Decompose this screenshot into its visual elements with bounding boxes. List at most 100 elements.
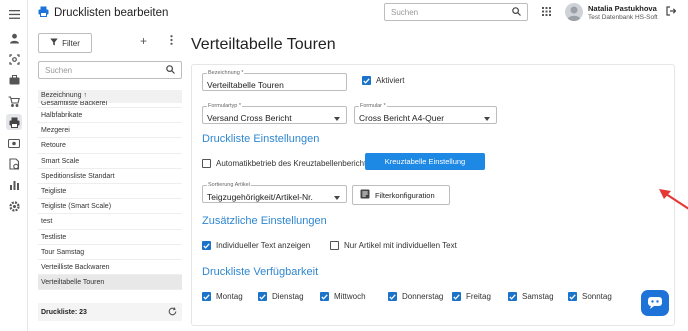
weekday-checkbox-3[interactable]: Donnerstag: [388, 292, 443, 301]
checkbox-checked-icon[interactable]: [568, 292, 577, 301]
list-panel: Filter + Suchen Bezeichnung ↑ Gesamtlist…: [28, 28, 186, 331]
bezeichnung-field[interactable]: Bezeichnung * Verteiltabelle Touren: [202, 70, 347, 91]
checkbox-checked-icon[interactable]: [362, 76, 371, 85]
chat-assistant-button[interactable]: [641, 290, 669, 316]
weekday-label: Samstag: [522, 292, 554, 301]
printer-logo-icon: [38, 6, 49, 20]
formular-value: Cross Bericht A4-Quer: [359, 113, 445, 123]
weekday-checkbox-4[interactable]: Freitag: [452, 292, 491, 301]
list-item[interactable]: test: [38, 214, 182, 230]
gear-icon[interactable]: [6, 198, 22, 214]
formular-label: Formular *: [359, 103, 387, 109]
checkbox-unchecked-icon[interactable]: [330, 241, 339, 250]
settings-card: Bezeichnung * Verteiltabelle Touren Akti…: [191, 64, 675, 326]
caret-down-icon[interactable]: [334, 114, 340, 123]
sortierung-value: Teigzugehörigkeit/Artikel-Nr.: [207, 192, 313, 202]
caret-down-icon[interactable]: [334, 193, 340, 202]
cart-icon[interactable]: [6, 93, 22, 109]
person-icon[interactable]: [6, 30, 22, 46]
automatik-checkbox[interactable]: Automatikbetrieb des Kreuztabellenberich…: [202, 159, 370, 168]
apps-grid-icon[interactable]: [542, 7, 551, 18]
checkbox-checked-icon[interactable]: [452, 292, 461, 301]
list-item[interactable]: Testliste: [38, 230, 182, 245]
app-title-text: Drucklisten bearbeiten: [54, 7, 169, 19]
caret-down-icon[interactable]: [484, 114, 490, 123]
individueller-text-label: Individueller Text anzeigen: [216, 241, 311, 250]
checkbox-checked-icon[interactable]: [258, 292, 267, 301]
global-search-input[interactable]: Suchen: [384, 3, 528, 21]
filter-config-icon: [360, 189, 370, 201]
list-items: Gesamtliste Bäckerei Halbfabrikate Mezgere…: [38, 101, 182, 291]
checkbox-checked-icon[interactable]: [202, 292, 211, 301]
kreuztabelle-einstellung-button[interactable]: Kreuztabelle Einstellung: [365, 153, 485, 170]
list-search-input[interactable]: Suchen: [38, 61, 182, 79]
top-bar: Drucklisten bearbeiten Suchen Natalia Pa…: [28, 0, 688, 28]
checkbox-checked-icon[interactable]: [202, 241, 211, 250]
sortierung-artikel-select[interactable]: Sortierung Artikel Teigzugehörigkeit/Art…: [202, 182, 347, 203]
checkbox-checked-icon[interactable]: [508, 292, 517, 301]
menu-icon[interactable]: [6, 6, 22, 22]
formular-select[interactable]: Formular * Cross Bericht A4-Quer: [354, 103, 497, 124]
list-item[interactable]: Gesamtliste Bäckerei: [38, 101, 182, 108]
filter-button[interactable]: Filter: [38, 33, 92, 53]
aktiviert-checkbox[interactable]: Aktiviert: [362, 76, 404, 85]
chat-bot-icon: [647, 295, 663, 311]
main-content: Verteiltabelle Touren Bezeichnung * Vert…: [186, 28, 688, 331]
list-item[interactable]: Speditionsliste Standart: [38, 169, 182, 184]
avatar[interactable]: [565, 3, 583, 21]
list-item[interactable]: Smart Scale: [38, 154, 182, 169]
camera-scan-icon[interactable]: [6, 51, 22, 67]
list-item[interactable]: Teigliste: [38, 184, 182, 200]
cash-icon[interactable]: [6, 135, 22, 151]
formulartyp-select[interactable]: Formulartyp * Versand Cross Bericht: [202, 103, 347, 124]
search-icon[interactable]: [166, 64, 175, 76]
weekday-label: Dienstag: [272, 292, 304, 301]
formulartyp-value: Versand Cross Bericht: [207, 113, 292, 123]
list-item[interactable]: Mezgerei: [38, 123, 182, 139]
weekday-checkbox-2[interactable]: Mittwoch: [320, 292, 366, 301]
filter-button-label: Filter: [62, 38, 80, 48]
list-item[interactable]: Verteiltabelle Touren: [38, 275, 182, 291]
refresh-icon[interactable]: [168, 306, 177, 318]
briefcase-icon[interactable]: [6, 72, 22, 88]
search-icon[interactable]: [512, 6, 521, 18]
more-vert-icon[interactable]: [170, 35, 173, 47]
weekday-checkbox-1[interactable]: Dienstag: [258, 292, 304, 301]
list-item[interactable]: Tour Samstag: [38, 245, 182, 260]
chart-icon[interactable]: [6, 177, 22, 193]
list-item[interactable]: Teigliste (Smart Scale): [38, 199, 182, 215]
add-icon[interactable]: +: [140, 34, 147, 48]
document-clock-icon[interactable]: [6, 156, 22, 172]
individueller-text-checkbox[interactable]: Individueller Text anzeigen: [202, 241, 310, 250]
automatik-label: Automatikbetrieb des Kreuztabellenberich…: [216, 159, 371, 168]
checkbox-checked-icon[interactable]: [320, 292, 329, 301]
weekday-checkbox-5[interactable]: Samstag: [508, 292, 554, 301]
user-organization: Test Datenbank HS-Soft: [588, 14, 658, 21]
checkbox-checked-icon[interactable]: [388, 292, 397, 301]
list-footer: Druckliste: 23: [38, 303, 182, 321]
aktiviert-label: Aktiviert: [376, 76, 405, 85]
list-item[interactable]: Halbfabrikate: [38, 108, 182, 124]
user-name: Natalia Pastukhova: [588, 4, 657, 13]
checkbox-unchecked-icon[interactable]: [202, 159, 211, 168]
filterkonfiguration-button[interactable]: Filterkonfiguration: [352, 185, 450, 205]
weekday-label: Sonntag: [582, 292, 612, 301]
formulartyp-label: Formulartyp *: [207, 103, 243, 109]
global-search-placeholder: Suchen: [391, 7, 419, 17]
weekday-checkbox-0[interactable]: Montag: [202, 292, 243, 301]
list-search-placeholder: Suchen: [45, 65, 73, 75]
section-druckliste-verfuegbarkeit: Druckliste Verfügbarkeit: [202, 266, 319, 278]
list-count: Druckliste: 23: [41, 308, 87, 316]
weekday-checkbox-6[interactable]: Sonntag: [568, 292, 612, 301]
logout-icon[interactable]: [666, 6, 677, 18]
filterkonfiguration-label: Filterkonfiguration: [375, 190, 435, 200]
weekday-label: Montag: [216, 292, 243, 301]
list-item[interactable]: Verteilliste Backwaren: [38, 260, 182, 276]
nur-artikel-label: Nur Artikel mit individuellen Text: [344, 241, 457, 250]
nur-artikel-checkbox[interactable]: Nur Artikel mit individuellen Text: [330, 241, 457, 250]
bezeichnung-label: Bezeichnung *: [207, 70, 245, 76]
weekday-label: Mittwoch: [334, 292, 366, 301]
list-item[interactable]: Retoure: [38, 138, 182, 154]
printer-icon[interactable]: [6, 114, 22, 130]
section-zusaetzliche-einstellungen: Zusätzliche Einstellungen: [202, 215, 327, 227]
